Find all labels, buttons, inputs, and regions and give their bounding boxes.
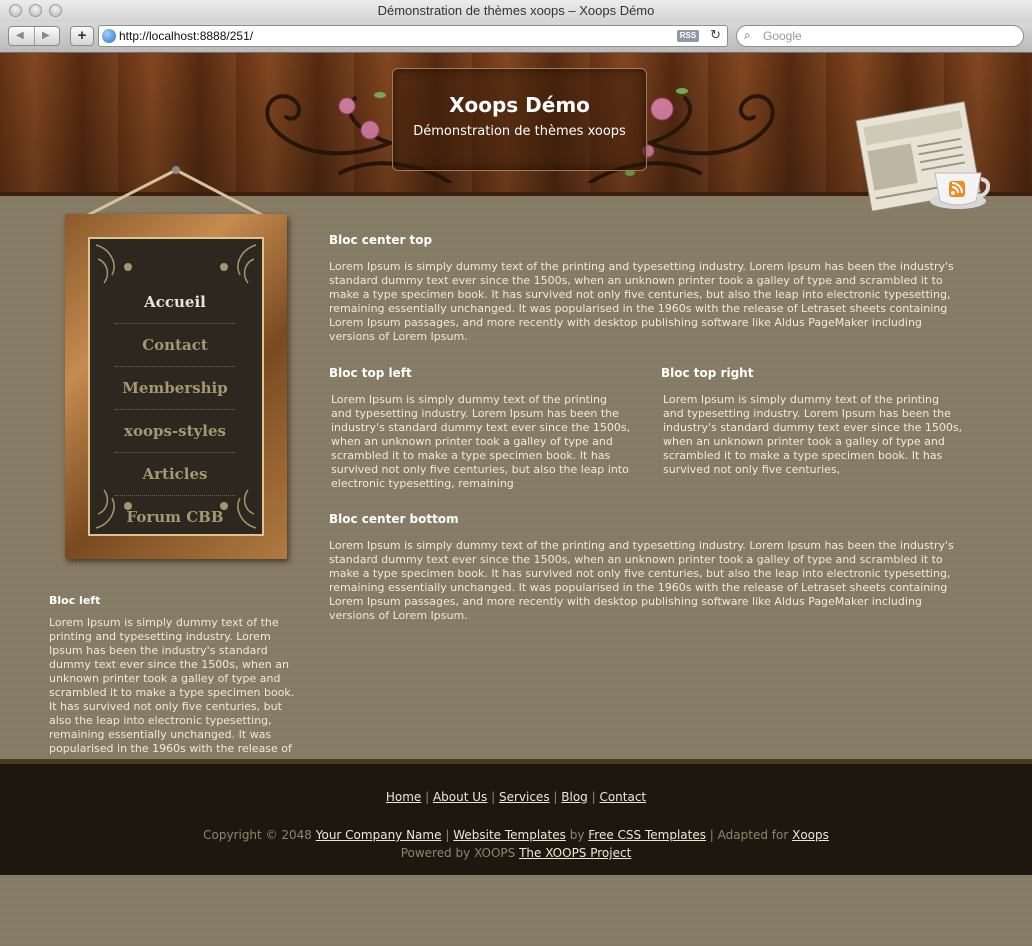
by-text: by [569, 828, 585, 842]
block-left-text: Lorem Ipsum is simply dummy text of the … [49, 616, 295, 755]
footer-link-blog[interactable]: Blog [561, 790, 588, 804]
footer-separator: | [445, 828, 450, 842]
block-center-top-text: Lorem Ipsum is simply dummy text of the … [329, 260, 954, 343]
footer-link-services[interactable]: Services [499, 790, 550, 804]
xoops-project-link[interactable]: The XOOPS Project [519, 846, 631, 860]
block-top-right-title: Bloc top right [661, 366, 754, 380]
footer-link-home[interactable]: Home [386, 790, 421, 804]
xoops-link[interactable]: Xoops [792, 828, 829, 842]
reload-icon[interactable]: ↻ [710, 28, 721, 43]
menu-item-membership[interactable]: Membership [115, 367, 235, 410]
menu-list: Accueil Contact Membership xoops-styles Arti… [115, 281, 235, 538]
copyright-text: Copyright © 2048 [203, 828, 312, 842]
globe-icon [102, 29, 116, 43]
add-bookmark-icon[interactable]: + [70, 26, 94, 46]
block-top-right-text: Lorem Ipsum is simply dummy text of the … [663, 393, 963, 476]
site-slogan: Démonstration de thèmes xoops [413, 124, 626, 139]
rss-badge-button[interactable]: RSS [677, 30, 699, 42]
search-placeholder: Google [763, 29, 802, 43]
nav-divider [34, 27, 35, 45]
window-title: Démonstration de thèmes xoops – Xoops Dé… [377, 3, 655, 18]
footer-copyright: Copyright © 2048 Your Company Name | Web… [0, 826, 1032, 862]
website-templates-link[interactable]: Website Templates [453, 828, 566, 842]
powered-by-text: Powered by XOOPS [400, 846, 516, 860]
block-center-top-title: Bloc center top [329, 233, 433, 247]
menu-item-forum-cbb[interactable]: Forum CBB [115, 496, 235, 538]
free-css-templates-link[interactable]: Free CSS Templates [588, 828, 706, 842]
window-titlebar: Démonstration de thèmes xoops – Xoops Dé… [0, 0, 1032, 23]
footer-link-separator: | [587, 790, 600, 804]
search-input[interactable]: ⌕ Google [736, 25, 1024, 47]
block-center-bottom-title: Bloc center bottom [329, 512, 459, 526]
menu-item-xoops-styles[interactable]: xoops-styles [115, 410, 235, 453]
forward-arrow-icon[interactable]: ▶ [42, 30, 50, 41]
footer-separator: | [709, 828, 714, 842]
footer-link-separator: | [421, 790, 433, 804]
site-logo-panel[interactable]: Xoops Démo Démonstration de thèmes xoops [392, 68, 647, 171]
nav-buttons: ◀ ▶ [8, 26, 60, 46]
back-arrow-icon[interactable]: ◀ [16, 30, 24, 41]
menu-item-contact[interactable]: Contact [115, 324, 235, 367]
menu-item-articles[interactable]: Articles [115, 453, 235, 496]
block-left-title: Bloc left [49, 594, 101, 607]
company-link[interactable]: Your Company Name [316, 828, 442, 842]
block-top-left-text: Lorem Ipsum is simply dummy text of the … [331, 393, 631, 490]
site-footer: Home | About Us | Services | Blog | Cont… [0, 759, 1032, 875]
block-center-bottom-text: Lorem Ipsum is simply dummy text of the … [329, 539, 954, 622]
rss-feed-icon[interactable] [855, 101, 990, 219]
main-menu: Accueil Contact Membership xoops-styles Arti… [88, 237, 264, 536]
adapted-text: Adapted for [717, 828, 789, 842]
block-top-left-title: Bloc top left [329, 366, 412, 380]
browser-toolbar: ◀ ▶ + http://localhost:8888/251/ RSS ↻ ⌕… [0, 22, 1032, 53]
footer-link-contact[interactable]: Contact [599, 790, 646, 804]
footer-nav: Home | About Us | Services | Blog | Cont… [0, 790, 1032, 804]
search-icon: ⌕ [744, 28, 751, 42]
site-name[interactable]: Xoops Démo [393, 93, 646, 117]
menu-item-accueil[interactable]: Accueil [115, 281, 235, 324]
footer-link-separator: | [549, 790, 562, 804]
url-text[interactable]: http://localhost:8888/251/ [119, 29, 253, 43]
main-menu-frame: Accueil Contact Membership xoops-styles Arti… [65, 214, 287, 559]
footer-link-about-us[interactable]: About Us [433, 790, 487, 804]
web-page: Xoops Démo Démonstration de thèmes xoops [0, 53, 1032, 946]
address-bar[interactable]: http://localhost:8888/251/ RSS ↻ [98, 25, 728, 47]
footer-link-separator: | [487, 790, 499, 804]
